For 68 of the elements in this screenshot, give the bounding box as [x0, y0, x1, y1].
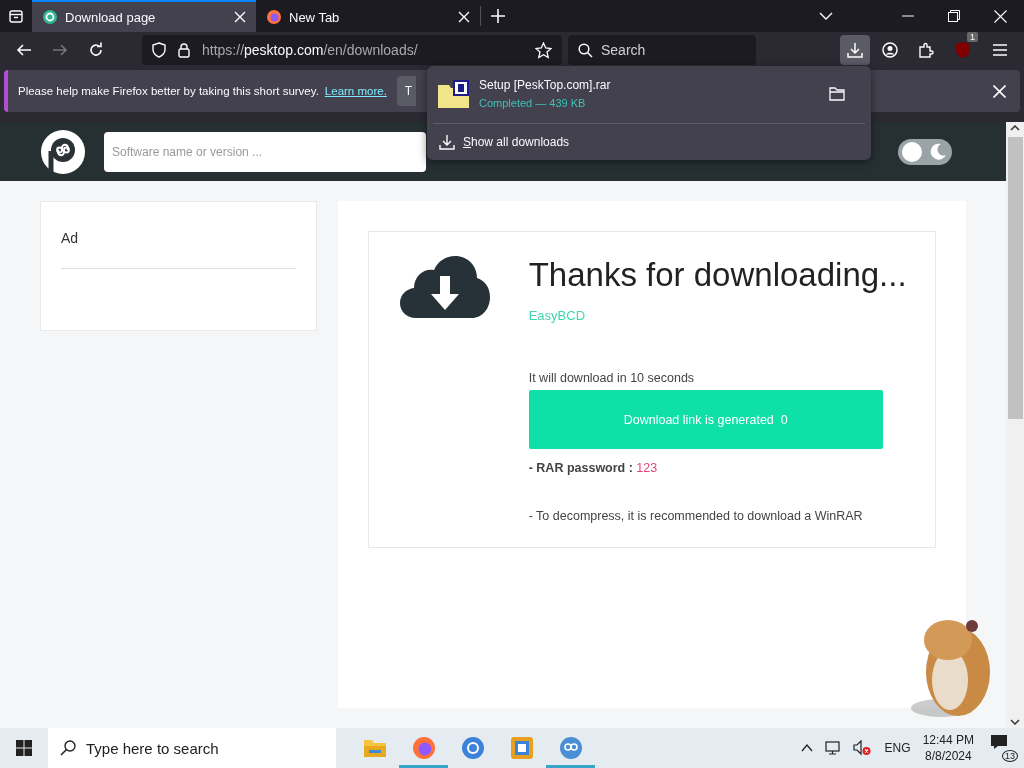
url-text: https://pesktop.com/en/downloads/: [202, 42, 419, 58]
clock-time[interactable]: 12:44 PM: [922, 733, 974, 747]
bookmark-star-icon[interactable]: [535, 41, 552, 59]
download-status: Completed — 439 KB: [479, 97, 587, 109]
download-icon: [847, 42, 863, 58]
restore-icon[interactable]: [948, 10, 960, 22]
shield-icon[interactable]: [152, 42, 166, 58]
chevron-down-icon[interactable]: [819, 12, 833, 20]
address-bar[interactable]: https://pesktop.com/en/downloads/: [142, 35, 562, 65]
clock-date[interactable]: 8/8/2024: [924, 749, 972, 763]
network-icon[interactable]: [824, 741, 841, 755]
download-item[interactable]: Setup [PeskTop.com].rar Completed — 439 KB: [433, 74, 865, 115]
chevron-up-icon[interactable]: [800, 744, 813, 752]
survey-button[interactable]: T: [396, 76, 416, 106]
archive-file-icon: [437, 78, 471, 109]
show-all-downloads-item[interactable]: Show all downloads: [433, 130, 865, 154]
survey-message: Please help make Firefox better by taking this short survey.: [18, 85, 319, 97]
browser-circle-icon: [460, 736, 485, 760]
firefox-icon: [411, 736, 436, 760]
page-heading: Thanks for downloading...: [528, 256, 907, 294]
browser-tab[interactable]: Download page: [32, 0, 256, 32]
folder-icon[interactable]: [829, 86, 845, 101]
close-icon[interactable]: [994, 9, 1007, 23]
password-text: - RAR password : 123: [528, 461, 659, 475]
tab-title: New Tab: [289, 9, 341, 25]
extension-badge: 1: [967, 32, 978, 42]
scrollbar[interactable]: [1006, 122, 1024, 728]
taskbar-search-field[interactable]: Type here to search: [48, 728, 336, 768]
back-icon[interactable]: [16, 42, 32, 58]
site-logo-icon[interactable]: [40, 128, 86, 175]
folder-icon: [362, 738, 387, 758]
qb-circle-icon: [558, 736, 583, 760]
countdown-text: It will download in 10 seconds: [528, 371, 696, 385]
scroll-up-icon[interactable]: [1010, 125, 1020, 131]
search-field[interactable]: Search: [568, 35, 756, 65]
ad-label: Ad: [61, 230, 80, 246]
tab-title: Download page: [65, 9, 157, 25]
app-window-icon: [509, 736, 534, 760]
cloud-download-icon: [399, 256, 490, 320]
close-tab-icon[interactable]: [234, 11, 246, 23]
lock-icon[interactable]: [178, 42, 190, 58]
moon-icon: [928, 141, 948, 162]
menu-icon[interactable]: [992, 43, 1008, 57]
language-indicator[interactable]: ENG: [884, 741, 911, 755]
learn-more-link[interactable]: Learn more.: [324, 85, 387, 97]
notifications-button[interactable]: 13: [990, 734, 1018, 762]
decompress-note: - To decompress, it is recommended to download a WinRAR: [528, 509, 864, 523]
forward-icon[interactable]: [52, 42, 68, 58]
downloads-button[interactable]: [840, 35, 870, 65]
theme-toggle[interactable]: [898, 138, 952, 165]
message-icon: [990, 734, 1008, 750]
reload-icon[interactable]: [88, 42, 104, 58]
download-filename: Setup [PeskTop.com].rar: [479, 78, 611, 92]
download-icon: [439, 134, 455, 150]
account-icon[interactable]: [882, 42, 898, 58]
browser-tab[interactable]: New Tab: [256, 0, 480, 32]
search-icon: [578, 42, 593, 58]
muted-speaker-icon[interactable]: [852, 740, 871, 756]
search-icon: [60, 740, 76, 756]
puzzle-icon[interactable]: [918, 42, 934, 58]
close-icon[interactable]: [993, 84, 1006, 98]
firefox-icon: [266, 9, 282, 25]
scroll-down-icon[interactable]: [1010, 719, 1020, 725]
windows-start-icon[interactable]: [16, 740, 32, 756]
search-placeholder: Search: [601, 42, 646, 58]
new-tab-icon[interactable]: [491, 9, 505, 23]
site-favicon-icon: [42, 9, 58, 25]
close-tab-icon[interactable]: [458, 11, 470, 23]
